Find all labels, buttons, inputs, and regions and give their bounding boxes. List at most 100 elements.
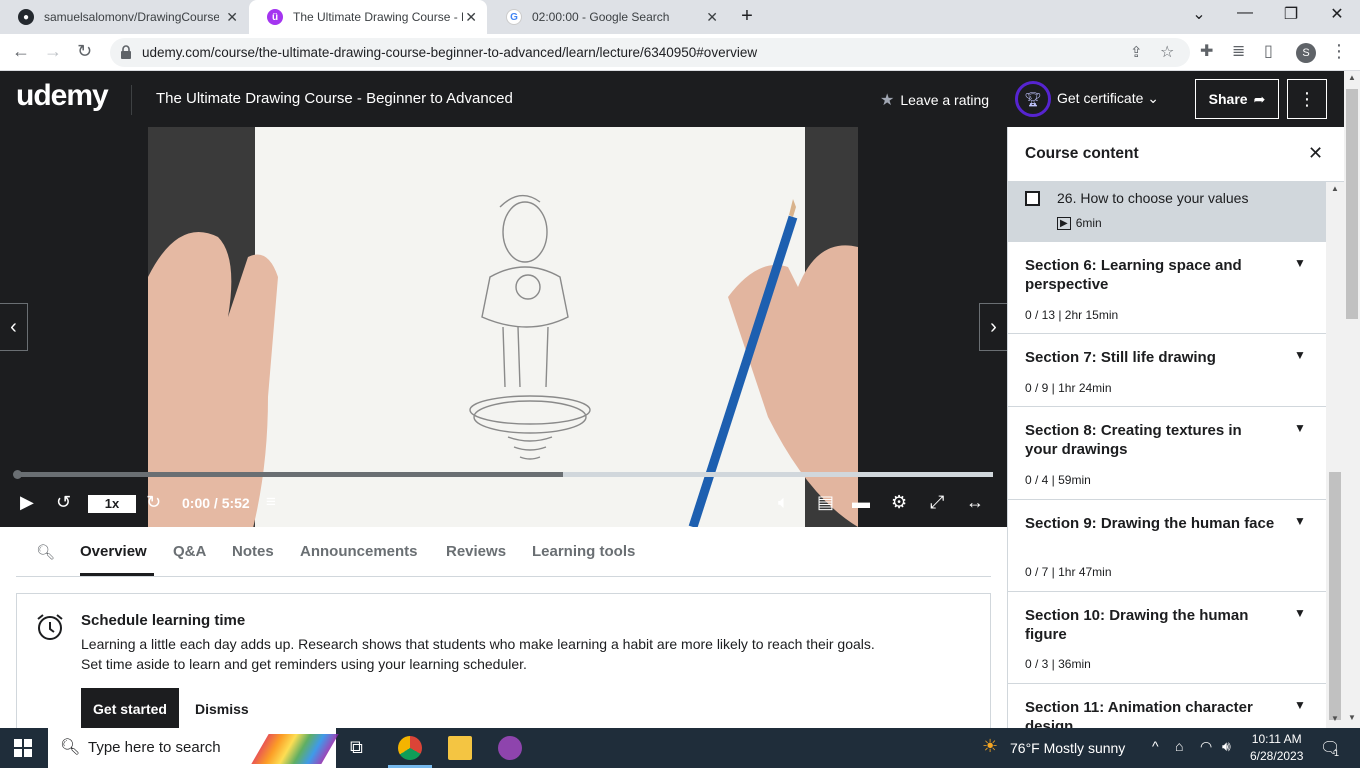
- course-title[interactable]: The Ultimate Drawing Course - Beginner t…: [156, 90, 513, 107]
- sidebar-scroll-thumb[interactable]: [1329, 472, 1341, 720]
- settings-gear-icon[interactable]: ⚙: [891, 492, 907, 513]
- current-lecture-item[interactable]: 26. How to choose your values ▶ 6min: [1008, 182, 1326, 242]
- bookmark-star-icon[interactable]: ☆: [1160, 42, 1174, 62]
- add-note-icon[interactable]: ≡: [266, 492, 276, 512]
- section-item[interactable]: Section 7: Still life drawing 0 / 9 | 1h…: [1008, 334, 1326, 407]
- scroll-down-icon[interactable]: ▼: [1348, 713, 1356, 722]
- sidebar-scrollbar[interactable]: ▲ ▼: [1326, 182, 1344, 728]
- task-view-icon[interactable]: ⧉: [350, 737, 363, 758]
- fullscreen-icon[interactable]: ⤢: [930, 492, 944, 513]
- minimize-icon[interactable]: —: [1222, 4, 1268, 22]
- profile-avatar[interactable]: S: [1296, 43, 1316, 63]
- scroll-down-icon[interactable]: ▼: [1331, 714, 1339, 723]
- leave-rating-button[interactable]: ★ Leave a rating: [880, 90, 989, 110]
- weather-text[interactable]: 76°F Mostly sunny: [1010, 740, 1125, 756]
- chevron-down-icon[interactable]: ▼: [1294, 606, 1306, 620]
- play-icon[interactable]: ▶: [20, 492, 34, 513]
- chevron-down-icon[interactable]: ▼: [1294, 421, 1306, 435]
- transcript-icon[interactable]: ▤: [817, 492, 834, 513]
- rewind-5-icon[interactable]: ↺: [56, 492, 71, 513]
- more-options-button[interactable]: ⋮: [1287, 79, 1327, 119]
- next-lecture-button[interactable]: ›: [979, 303, 1007, 351]
- close-tab-icon[interactable]: ✕: [706, 9, 718, 26]
- lock-icon: [121, 45, 131, 59]
- scroll-up-icon[interactable]: ▲: [1331, 184, 1339, 193]
- volume-icon[interactable]: 🔈︎: [778, 492, 789, 513]
- udemy-logo[interactable]: udemy: [16, 79, 109, 113]
- reload-icon[interactable]: ↻: [77, 41, 92, 62]
- github-desktop-icon[interactable]: [498, 736, 522, 760]
- udemy-favicon-icon: ü: [267, 9, 283, 25]
- share-button[interactable]: Share ➦: [1195, 79, 1279, 119]
- speaker-icon[interactable]: 🔊︎: [1222, 738, 1231, 755]
- forward-5-icon[interactable]: ↻: [146, 492, 161, 513]
- lecture-complete-checkbox[interactable]: [1025, 191, 1040, 206]
- previous-lecture-button[interactable]: ‹: [0, 303, 28, 351]
- browser-tab-google[interactable]: G 02:00:00 - Google Search ✕: [488, 0, 728, 34]
- chevron-down-icon[interactable]: ▼: [1294, 348, 1306, 362]
- section-item[interactable]: Section 8: Creating textures in your dra…: [1008, 407, 1326, 500]
- page-scroll-thumb[interactable]: [1346, 89, 1358, 319]
- tab-reviews[interactable]: Reviews: [446, 543, 506, 560]
- chevron-down-icon[interactable]: ▼: [1294, 256, 1306, 270]
- search-icon[interactable]: 🔍︎: [36, 543, 55, 561]
- network-icon[interactable]: ⌂: [1175, 738, 1183, 754]
- extensions-icon[interactable]: ✚: [1200, 41, 1213, 61]
- tab-overview[interactable]: Overview: [80, 543, 147, 560]
- schedule-learning-card: Schedule learning time Learning a little…: [16, 593, 991, 743]
- tab-learning-tools[interactable]: Learning tools: [532, 543, 635, 560]
- video-player[interactable]: ‹ › ▶ ↺ 1x ↻ 0:00 / 5:52 ≡ 🔈︎ ▤ ▬ ⚙ ⤢ ↔: [0, 127, 1007, 527]
- side-panel-icon[interactable]: ▯: [1264, 41, 1273, 61]
- browser-tab-udemy[interactable]: ü The Ultimate Drawing Course - B ✕: [249, 0, 487, 34]
- tab-announcements[interactable]: Announcements: [300, 543, 418, 560]
- tab-search-chevron-icon[interactable]: ⌄: [1176, 4, 1222, 24]
- window-close-icon[interactable]: ✕: [1314, 4, 1360, 24]
- close-tab-icon[interactable]: ✕: [226, 9, 238, 26]
- browser-menu-icon[interactable]: ⋮: [1330, 41, 1348, 62]
- video-frame: [148, 127, 858, 527]
- close-tab-icon[interactable]: ✕: [465, 9, 477, 26]
- file-explorer-icon[interactable]: [448, 736, 472, 760]
- media-controls-icon[interactable]: ≣: [1232, 41, 1245, 61]
- search-icon: 🔍︎: [60, 739, 81, 756]
- page-scrollbar[interactable]: ▲ ▼: [1344, 71, 1360, 728]
- chevron-down-icon[interactable]: ▼: [1294, 514, 1306, 528]
- progress-handle[interactable]: [13, 470, 22, 479]
- forward-icon[interactable]: →: [44, 41, 62, 62]
- taskbar-clock[interactable]: 10:11 AM 6/28/2023: [1250, 731, 1303, 765]
- scroll-up-icon[interactable]: ▲: [1348, 73, 1356, 82]
- chrome-icon[interactable]: [398, 736, 422, 760]
- progress-trophy-icon[interactable]: 🏆︎: [1015, 81, 1051, 117]
- expand-width-icon[interactable]: ↔: [966, 492, 984, 513]
- back-icon[interactable]: ←: [12, 41, 30, 62]
- close-sidebar-icon[interactable]: ✕: [1308, 143, 1323, 164]
- new-tab-icon[interactable]: +: [724, 5, 770, 28]
- get-started-button[interactable]: Get started: [81, 688, 179, 730]
- video-play-icon: ▶: [1057, 216, 1071, 230]
- dismiss-button[interactable]: Dismiss: [195, 701, 249, 717]
- section-item[interactable]: Section 9: Drawing the human face 0 / 7 …: [1008, 500, 1326, 592]
- get-certificate-button[interactable]: Get certificate ⌄: [1057, 90, 1159, 107]
- browser-tab-github[interactable]: ● samuelsalomonv/DrawingCourse ✕: [0, 0, 248, 34]
- section-item[interactable]: Section 6: Learning space and perspectiv…: [1008, 242, 1326, 334]
- windows-start-icon[interactable]: [14, 739, 32, 757]
- captions-icon[interactable]: ▬: [852, 492, 870, 513]
- taskbar-search-box[interactable]: 🔍︎ Type here to search: [48, 728, 339, 768]
- course-content-sidebar: Course content ✕ 26. How to choose your …: [1007, 127, 1344, 728]
- google-icon: G: [506, 9, 522, 25]
- content-tabs: 🔍︎ Overview Q&A Notes Announcements Revi…: [16, 527, 991, 577]
- address-bar[interactable]: udemy.com/course/the-ultimate-drawing-co…: [110, 38, 1190, 67]
- video-progress-bar[interactable]: [13, 470, 993, 479]
- section-item[interactable]: Section 11: Animation character design ▼: [1008, 684, 1326, 728]
- playback-speed-button[interactable]: 1x: [88, 495, 136, 513]
- tab-qa[interactable]: Q&A: [173, 543, 206, 560]
- tab-title: samuelsalomonv/DrawingCourse: [44, 10, 219, 24]
- chevron-down-icon[interactable]: ▼: [1294, 698, 1306, 712]
- show-hidden-icons-chevron-icon[interactable]: ^: [1152, 738, 1159, 754]
- section-item[interactable]: Section 10: Drawing the human figure 0 /…: [1008, 592, 1326, 684]
- share-label: Share: [1208, 91, 1248, 107]
- maximize-icon[interactable]: ❐: [1268, 4, 1314, 24]
- wifi-icon[interactable]: ◠: [1200, 738, 1212, 755]
- tab-notes[interactable]: Notes: [232, 543, 274, 560]
- share-page-icon[interactable]: ⇪: [1130, 43, 1143, 61]
